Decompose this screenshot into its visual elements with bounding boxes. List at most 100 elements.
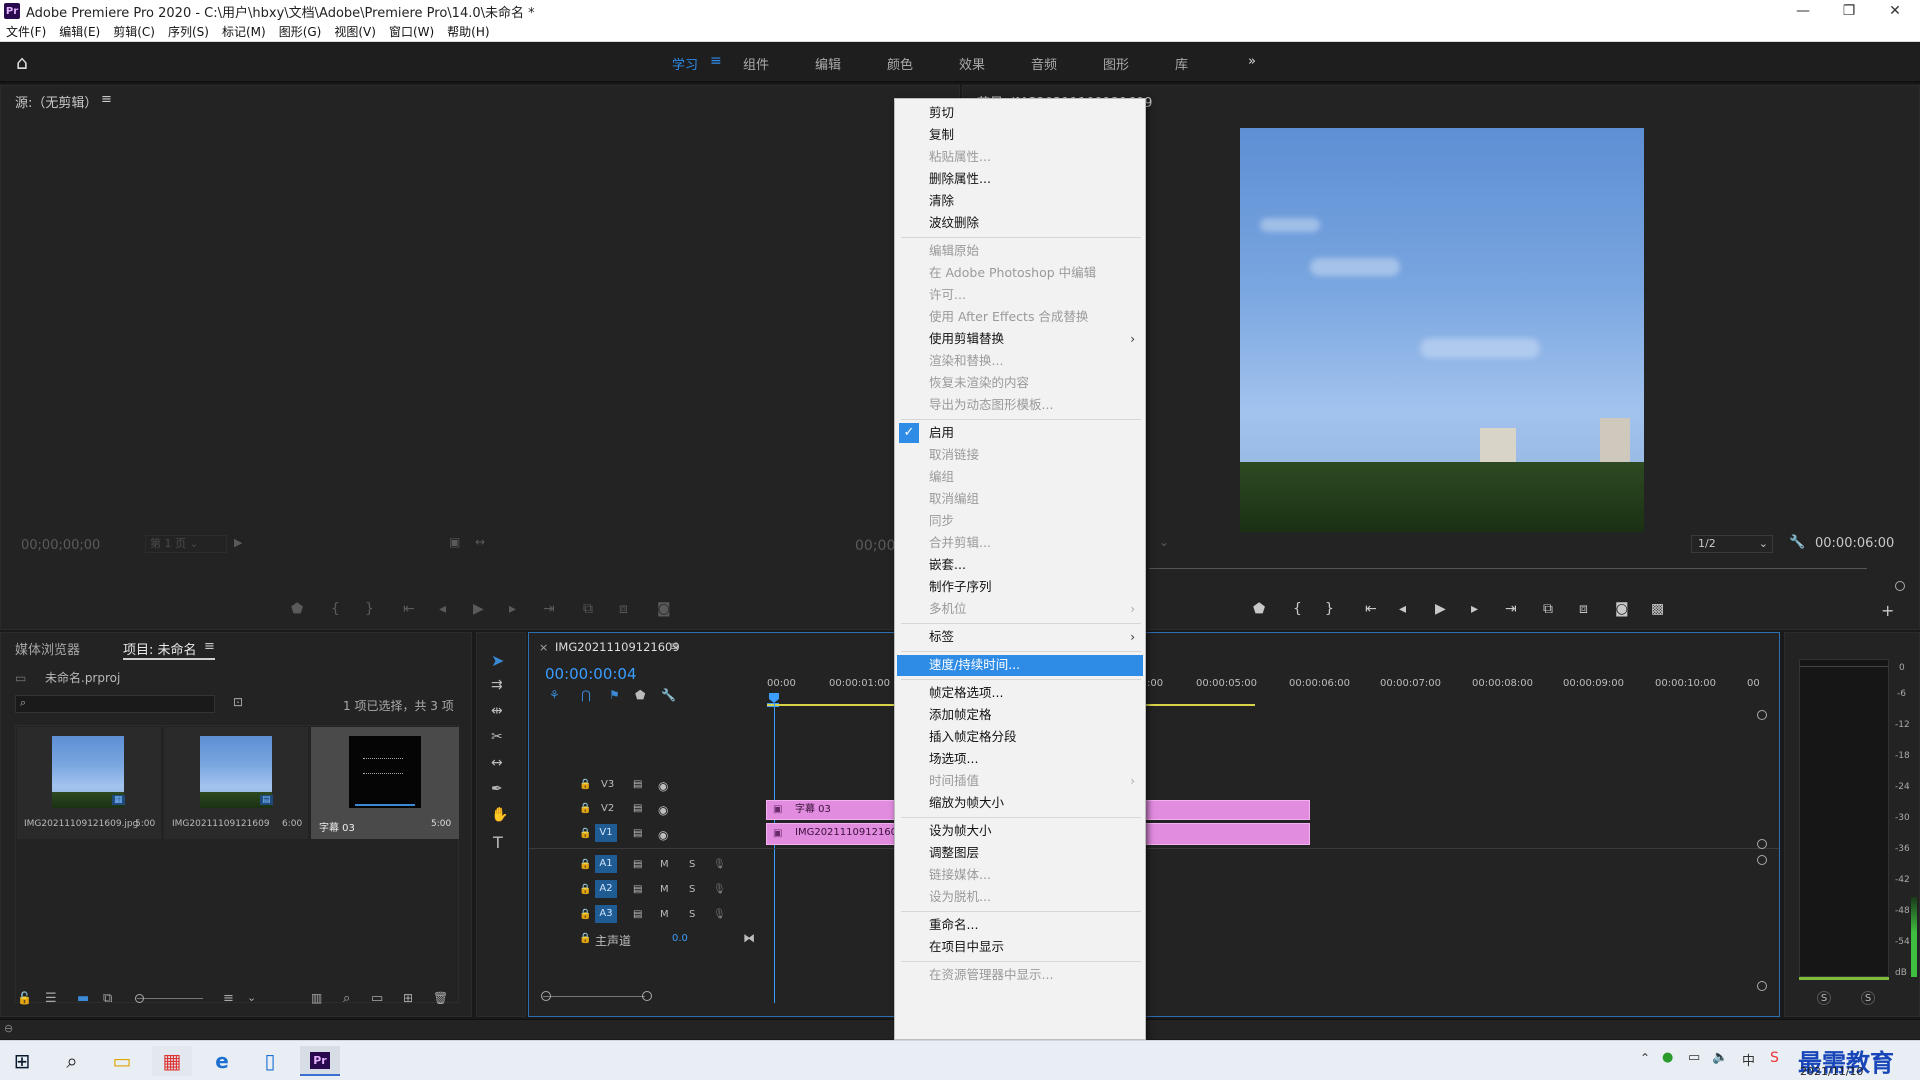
program-scrubber-bar[interactable] xyxy=(1149,568,1867,569)
workspace-assembly[interactable]: 组件 xyxy=(743,54,769,73)
sort-icon[interactable]: ≡ xyxy=(223,991,234,1006)
context-menu-item[interactable]: 删除属性... xyxy=(929,169,1139,189)
find-icon[interactable]: ⌕ xyxy=(343,991,350,1006)
eye-icon[interactable]: ◉ xyxy=(658,779,668,793)
network-icon[interactable]: ▭ xyxy=(1688,1050,1700,1065)
context-menu-item[interactable]: 制作子序列 xyxy=(929,577,1139,597)
marker-icon[interactable]: ⬟ xyxy=(635,688,645,702)
lock-icon[interactable]: 🔒 xyxy=(579,803,591,814)
vertical-scroll-handle[interactable] xyxy=(1757,710,1767,720)
mute-button[interactable]: M xyxy=(660,859,669,870)
workspace-editing[interactable]: 编辑 xyxy=(815,54,841,73)
project-item[interactable]: ▦ IMG20211109121609.jpg 5:00 xyxy=(17,727,161,839)
source-mark-out-icon[interactable]: } xyxy=(365,601,374,617)
program-compare-icon[interactable]: ▩ xyxy=(1651,601,1664,617)
track-select-tool-icon[interactable]: ⇉ xyxy=(491,677,503,693)
icon-view-icon[interactable]: ▬ xyxy=(77,991,89,1006)
track-label-a2[interactable]: A2 xyxy=(595,880,617,898)
linked-selection-icon[interactable]: ⋂ xyxy=(581,688,591,702)
lock-icon[interactable]: 🔒 xyxy=(579,933,591,944)
solo-left-button[interactable]: S xyxy=(1817,991,1831,1005)
close-sequence-icon[interactable]: × xyxy=(539,641,548,654)
menu-edit[interactable]: 编辑(E) xyxy=(59,23,100,40)
tray-security-icon[interactable]: ● xyxy=(1662,1050,1673,1065)
solo-button[interactable]: S xyxy=(689,909,695,920)
source-settings-icon[interactable]: ▣ xyxy=(449,535,460,549)
track-output-icon[interactable]: ▤ xyxy=(633,779,642,790)
playhead-handle[interactable] xyxy=(769,693,779,703)
new-item-icon[interactable]: ⊞ xyxy=(403,991,413,1005)
track-output-icon[interactable]: ▤ xyxy=(633,909,642,920)
camera-icon[interactable]: ◙ xyxy=(1615,601,1629,617)
track-label-v1[interactable]: V1 xyxy=(595,824,617,842)
solo-button[interactable]: S xyxy=(689,859,695,870)
program-step-back-icon[interactable]: ◂ xyxy=(1399,601,1406,617)
workspace-color[interactable]: 颜色 xyxy=(887,54,913,73)
selection-tool-icon[interactable]: ➤ xyxy=(491,651,504,670)
context-menu-item[interactable]: 调整图层 xyxy=(929,843,1139,863)
workspace-menu-icon[interactable]: ≡ xyxy=(710,53,722,69)
context-menu-item[interactable]: 清除 xyxy=(929,191,1139,211)
type-tool-icon[interactable]: T xyxy=(493,833,503,852)
zoom-slider-handle[interactable] xyxy=(135,994,144,1003)
restore-button[interactable]: ❐ xyxy=(1826,0,1872,22)
workspace-overflow-icon[interactable]: » xyxy=(1248,54,1256,69)
wrench-icon[interactable]: 🔧 xyxy=(1789,535,1805,550)
edge-browser-icon[interactable]: e xyxy=(202,1046,242,1076)
program-play-icon[interactable]: ▶ xyxy=(1435,601,1446,617)
program-add-marker-icon[interactable]: ⬟ xyxy=(1253,601,1265,617)
project-item[interactable]: ▤ IMG20211109121609 6:00 xyxy=(164,727,308,839)
tab-media-browser[interactable]: 媒体浏览器 xyxy=(15,639,80,658)
track-label-a3[interactable]: A3 xyxy=(595,905,617,923)
context-menu-item[interactable]: 速度/持续时间... xyxy=(929,655,1139,675)
microphone-icon[interactable]: 🎙 xyxy=(713,859,726,870)
track-output-icon[interactable]: ▤ xyxy=(633,803,642,814)
solo-button[interactable]: S xyxy=(689,884,695,895)
master-volume-value[interactable]: 0.0 xyxy=(672,933,688,944)
vertical-scroll-handle[interactable] xyxy=(1757,981,1767,991)
context-menu-item[interactable]: 设为帧大小 xyxy=(929,821,1139,841)
context-menu-item[interactable]: 缩放为帧大小 xyxy=(929,793,1139,813)
tray-arrow-icon[interactable]: ⌃ xyxy=(1640,1051,1650,1065)
trash-icon[interactable]: 🗑 xyxy=(433,991,448,1005)
tab-project[interactable]: 项目: 未命名 xyxy=(123,639,197,658)
workspace-effects[interactable]: 效果 xyxy=(959,54,985,73)
zoom-slider[interactable] xyxy=(135,994,203,1003)
program-scroll-handle[interactable] xyxy=(1895,581,1905,591)
solo-right-button[interactable]: S xyxy=(1861,991,1875,1005)
context-menu-item[interactable]: 标签 xyxy=(929,627,1139,647)
menu-file[interactable]: 文件(F) xyxy=(6,23,46,40)
menu-markers[interactable]: 标记(M) xyxy=(222,23,266,40)
context-menu-item[interactable]: 剪切 xyxy=(929,103,1139,123)
ime-indicator[interactable]: 中 xyxy=(1742,1050,1755,1069)
microphone-icon[interactable]: 🎙 xyxy=(713,909,726,920)
context-menu-item[interactable]: 启用 xyxy=(929,423,1139,443)
tablet-app-icon[interactable]: ▯ xyxy=(250,1046,290,1076)
horizontal-zoom-bar[interactable] xyxy=(543,996,645,997)
freeform-view-icon[interactable]: ⧉ xyxy=(103,991,112,1006)
source-mark-in-icon[interactable]: { xyxy=(331,601,340,617)
ripple-edit-tool-icon[interactable]: ⇹ xyxy=(491,703,503,719)
horizontal-zoom-handle-left[interactable] xyxy=(541,991,551,1001)
close-button[interactable]: ✕ xyxy=(1872,0,1918,22)
lock-icon[interactable]: 🔒 xyxy=(579,779,591,790)
lock-icon[interactable]: 🔒 xyxy=(579,884,591,895)
program-go-to-out-icon[interactable]: ⇥ xyxy=(1505,601,1517,617)
workspace-libraries[interactable]: 库 xyxy=(1175,54,1188,73)
track-output-icon[interactable]: ▤ xyxy=(633,859,642,870)
windows-start-icon[interactable]: ⊞ xyxy=(2,1046,42,1076)
file-explorer-icon[interactable]: ▭ xyxy=(102,1046,142,1076)
premiere-taskbar-icon[interactable]: Pr xyxy=(300,1046,340,1076)
automate-to-sequence-icon[interactable]: ▥ xyxy=(311,991,322,1005)
add-marker-icon[interactable]: ⚑ xyxy=(609,688,620,702)
lock-icon[interactable]: 🔓 xyxy=(17,991,32,1005)
minimize-button[interactable]: — xyxy=(1780,0,1826,22)
context-menu-item[interactable]: 波纹删除 xyxy=(929,213,1139,233)
mute-button[interactable]: M xyxy=(660,884,669,895)
project-search-input[interactable]: ⌕ xyxy=(15,695,215,713)
master-go-to-icon[interactable]: ⧓ xyxy=(743,931,755,945)
sequence-tab-name[interactable]: IMG20211109121609 xyxy=(555,640,680,654)
source-overwrite-icon[interactable]: ⧈ xyxy=(619,601,628,617)
track-label-a1[interactable]: A1 xyxy=(595,855,617,873)
snap-icon[interactable]: ⚘ xyxy=(549,688,560,702)
